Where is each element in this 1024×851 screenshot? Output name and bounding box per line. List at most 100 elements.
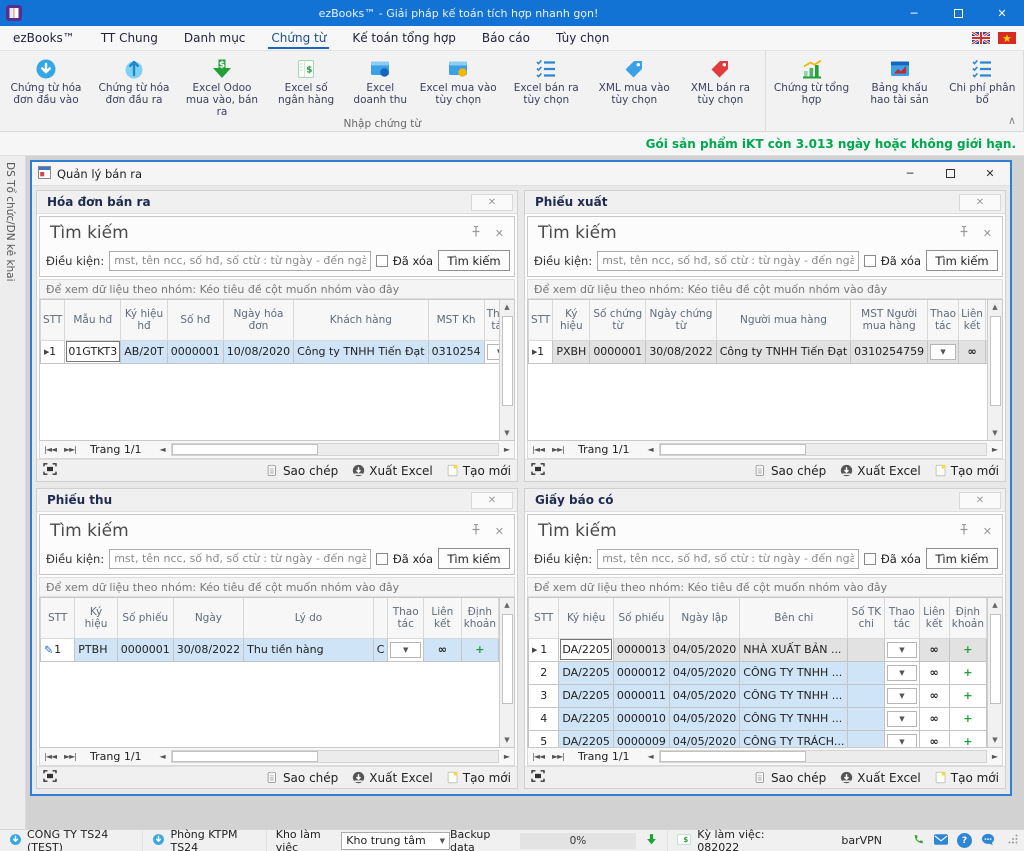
table-cell[interactable]: 0000001 [590, 340, 646, 363]
table-cell[interactable]: DA/2205 [559, 684, 614, 707]
panel-close-button[interactable]: ✕ [471, 492, 513, 509]
vertical-scrollbar[interactable]: ▲ ▼ [987, 300, 1002, 440]
actions-dropdown[interactable]: ▼ [887, 642, 916, 658]
expand-icon[interactable] [531, 770, 545, 785]
copy-button[interactable]: Sao chép [267, 771, 338, 785]
link-icon[interactable]: ∞ [930, 712, 939, 725]
column-header[interactable]: Ký hiệu [559, 598, 614, 638]
scroll-down-icon[interactable]: ▼ [504, 733, 509, 747]
table-cell[interactable]: 04/05/2020 [669, 638, 739, 661]
condition-input[interactable] [109, 549, 371, 569]
export-excel-button[interactable]: Xuất Excel [840, 464, 921, 478]
close-icon[interactable]: ✕ [495, 227, 504, 240]
toolbar-button-window-yellow[interactable]: Excel mua vào tùy chọn [414, 53, 502, 118]
table-cell[interactable]: PXBH [553, 340, 590, 363]
resize-grip[interactable] [1008, 834, 1018, 847]
create-new-button[interactable]: Tạo mới [935, 771, 999, 785]
toolbar-button-arrow-up-circle[interactable]: Chứng từ hóa đơn đầu ra [90, 53, 178, 118]
copy-button[interactable]: Sao chép [267, 464, 338, 478]
column-header[interactable]: STT [41, 300, 65, 340]
horizontal-scrollbar[interactable] [171, 750, 499, 763]
condition-input[interactable] [597, 549, 859, 569]
deleted-checkbox[interactable] [376, 553, 388, 565]
table-cell[interactable]: PTBH [75, 638, 117, 661]
export-excel-button[interactable]: Xuất Excel [840, 771, 921, 785]
table-row[interactable]: ▶1PXBH000000130/08/2022Công ty TNHH Tiến… [529, 340, 988, 363]
column-header[interactable]: Số phiếu [613, 598, 669, 638]
table-row[interactable]: ▶1DA/2205000001304/05/2020NHÀ XUẤT BẢN .… [529, 638, 987, 661]
add-entry-icon[interactable]: + [963, 689, 972, 702]
add-entry-icon[interactable]: + [963, 712, 972, 725]
menu-item-5[interactable]: Kế toán tổng hợp [339, 26, 469, 50]
scroll-up-icon[interactable]: ▲ [992, 598, 997, 612]
horizontal-scroll-thumb[interactable] [660, 751, 807, 762]
scroll-right-button[interactable]: ► [988, 752, 1002, 761]
table-cell[interactable]: Công ty TNHH Tiến Đạt [294, 340, 428, 363]
close-icon[interactable]: ✕ [983, 227, 992, 240]
table-cell[interactable]: CÔNG TY TNHH ... [740, 707, 848, 730]
scroll-thumb[interactable] [502, 316, 513, 406]
column-header[interactable]: Thao tác [388, 598, 423, 638]
first-page-button[interactable]: |◄◄ [528, 752, 548, 761]
table-cell[interactable]: 0000001 [117, 638, 173, 661]
column-header[interactable]: STT [529, 300, 553, 340]
column-header[interactable] [373, 598, 388, 638]
horizontal-scroll-thumb[interactable] [172, 751, 319, 762]
toolbar-button-window-blue[interactable]: Excel doanh thu [346, 53, 414, 118]
deleted-checkbox[interactable] [864, 255, 876, 267]
last-page-button[interactable]: ►►| [60, 445, 80, 454]
table-cell[interactable]: 04/05/2020 [669, 707, 739, 730]
search-button[interactable]: Tìm kiếm [926, 548, 998, 569]
table-cell[interactable]: DA/2205 [559, 730, 614, 747]
mail-icon[interactable] [934, 834, 948, 848]
actions-dropdown[interactable]: ▼ [930, 344, 956, 360]
side-tab-ds-to-chuc[interactable]: DS Tổ chức/DN kê khai [4, 162, 16, 282]
toolbar-button-bank-book[interactable]: $Excel số ngân hàng [266, 53, 346, 118]
column-header[interactable]: Khách hàng [294, 300, 428, 340]
table-cell[interactable]: 0310254759 [851, 340, 928, 363]
close-icon[interactable]: ✕ [495, 525, 504, 538]
pin-icon[interactable] [959, 226, 969, 240]
horizontal-scrollbar[interactable] [659, 750, 987, 763]
column-header[interactable]: Ngày [173, 598, 243, 638]
close-button[interactable]: ✕ [980, 0, 1024, 26]
menu-item-4[interactable]: Chứng từ [258, 26, 339, 50]
column-header[interactable]: Ngày chứng từ [646, 300, 716, 340]
expand-icon[interactable] [531, 463, 545, 478]
column-header[interactable]: Mẫu hđ [65, 300, 121, 340]
column-header[interactable]: Ký hiệu [75, 598, 117, 638]
table-cell[interactable]: Công ty TNHH Tiến Đạt [716, 340, 850, 363]
column-header[interactable]: Định khoản [461, 598, 498, 638]
link-icon[interactable]: ∞ [438, 643, 447, 656]
download-green-icon[interactable] [645, 833, 658, 849]
scroll-up-icon[interactable]: ▲ [504, 598, 509, 612]
last-page-button[interactable]: ►►| [60, 752, 80, 761]
column-header[interactable]: MST Người mua hàng [851, 300, 928, 340]
horizontal-scrollbar[interactable] [659, 443, 987, 456]
scroll-down-icon[interactable]: ▼ [504, 426, 509, 440]
scroll-thumb[interactable] [502, 614, 513, 704]
table-cell[interactable]: 30/08/2022 [646, 340, 716, 363]
scroll-left-button[interactable]: ◄ [644, 445, 658, 454]
add-entry-icon[interactable]: + [963, 643, 972, 656]
collapse-ribbon-icon[interactable]: ∧ [1008, 114, 1016, 127]
scroll-right-button[interactable]: ► [500, 445, 514, 454]
menu-item-1[interactable]: ezBooks™ [0, 26, 88, 50]
scroll-right-button[interactable]: ► [988, 445, 1002, 454]
last-page-button[interactable]: ►►| [548, 445, 568, 454]
column-header[interactable]: Ký hiệu hđ [121, 300, 168, 340]
help-icon[interactable]: ? [957, 833, 972, 848]
table-cell[interactable] [848, 638, 885, 661]
column-header[interactable]: Số hđ [167, 300, 223, 340]
column-header[interactable]: Thao tác [885, 598, 919, 638]
table-cell[interactable]: NHÀ XUẤT BẢN ... [740, 638, 848, 661]
toolbar-button-chart-growth[interactable]: Chứng từ tổng hợp [768, 53, 856, 115]
chat-icon[interactable] [981, 833, 995, 849]
table-cell[interactable]: DA/2205 [559, 707, 614, 730]
horizontal-scroll-thumb[interactable] [172, 444, 319, 455]
link-icon[interactable]: ∞ [930, 643, 939, 656]
column-header[interactable]: Định khoản [949, 598, 986, 638]
add-entry-icon[interactable]: + [963, 735, 972, 747]
first-page-button[interactable]: |◄◄ [40, 445, 60, 454]
search-button[interactable]: Tìm kiếm [438, 548, 510, 569]
